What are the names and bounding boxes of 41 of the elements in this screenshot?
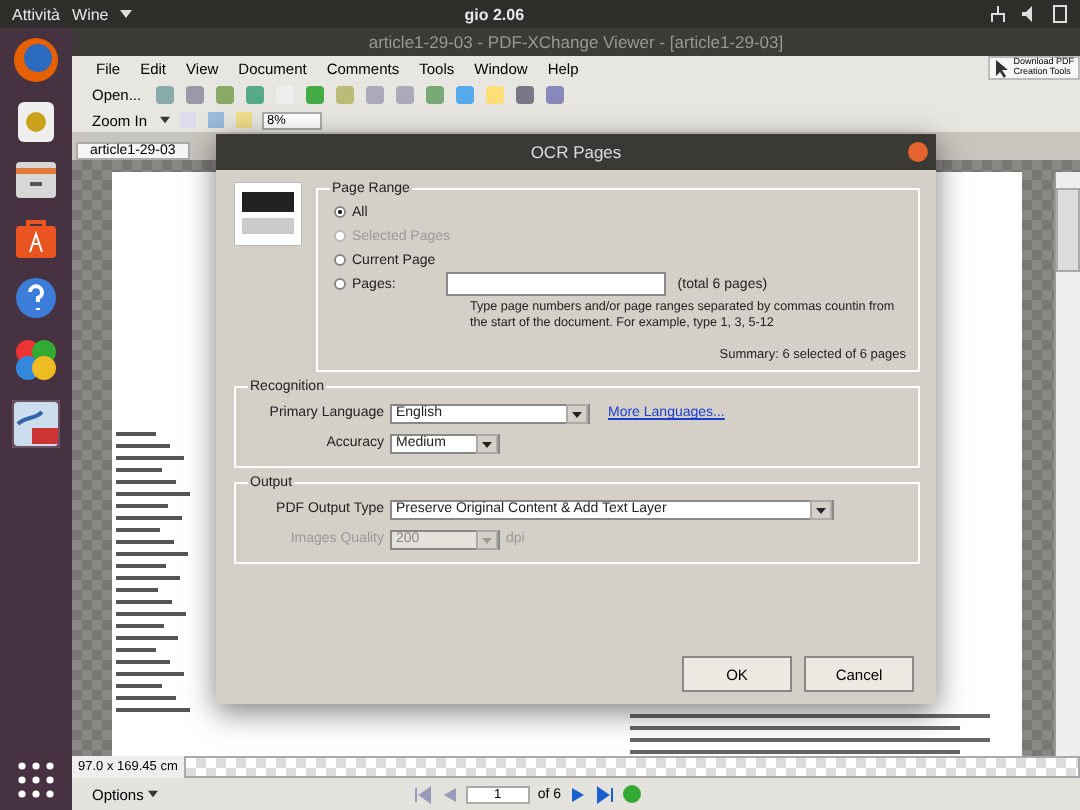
files-icon[interactable] — [14, 160, 58, 200]
toolbar-icon[interactable] — [423, 83, 446, 105]
toolbar-icon[interactable] — [183, 83, 206, 105]
pages-input[interactable] — [445, 272, 666, 296]
toolbar-icon[interactable] — [243, 83, 266, 105]
shopping-bag-icon[interactable] — [14, 216, 58, 260]
horizontal-scrollbar[interactable] — [183, 756, 1080, 778]
caret-icon[interactable] — [120, 10, 133, 18]
last-page-icon[interactable] — [595, 785, 614, 803]
apps-grid-icon[interactable] — [18, 762, 54, 798]
help-icon[interactable] — [14, 276, 58, 320]
vertical-scrollbar[interactable] — [1054, 172, 1080, 756]
pdf-viewer-icon[interactable] — [12, 400, 60, 448]
activities-button[interactable]: Attività — [12, 5, 61, 23]
window-title: article1-29-03 - PDF-XChange Viewer - [article1-29-03] — [72, 28, 1080, 56]
first-page-icon[interactable] — [413, 785, 432, 803]
caret-icon[interactable] — [147, 790, 158, 798]
radio-button[interactable] — [334, 254, 346, 266]
radio-button[interactable] — [334, 278, 346, 290]
ocr-logo-icon — [234, 182, 302, 246]
caret-icon[interactable] — [159, 116, 170, 124]
toolbar-icon[interactable] — [543, 83, 566, 105]
toolbar-icon[interactable] — [213, 83, 236, 105]
next-page-icon[interactable] — [569, 785, 588, 803]
battery-icon[interactable] — [1052, 4, 1068, 24]
browser-icon[interactable] — [12, 36, 60, 84]
toolbar-icon[interactable] — [363, 83, 386, 105]
close-button[interactable] — [908, 142, 928, 162]
toolbar-icon[interactable] — [393, 83, 416, 105]
dialog-title: OCR Pages — [530, 142, 622, 162]
toolbar-icon[interactable] — [513, 83, 536, 105]
clock[interactable]: gio 2.06 — [464, 5, 525, 23]
radio-button[interactable] — [334, 206, 346, 218]
toolbar-icon[interactable] — [303, 83, 326, 105]
app-menu[interactable]: Wine — [72, 5, 109, 23]
app-icon[interactable] — [16, 100, 56, 144]
cursor-icon — [993, 58, 1010, 78]
network-icon[interactable] — [988, 4, 1008, 24]
toolbar-icon[interactable] — [453, 83, 476, 105]
toolbar-icon[interactable] — [153, 83, 176, 105]
previous-page-icon[interactable] — [439, 785, 458, 803]
